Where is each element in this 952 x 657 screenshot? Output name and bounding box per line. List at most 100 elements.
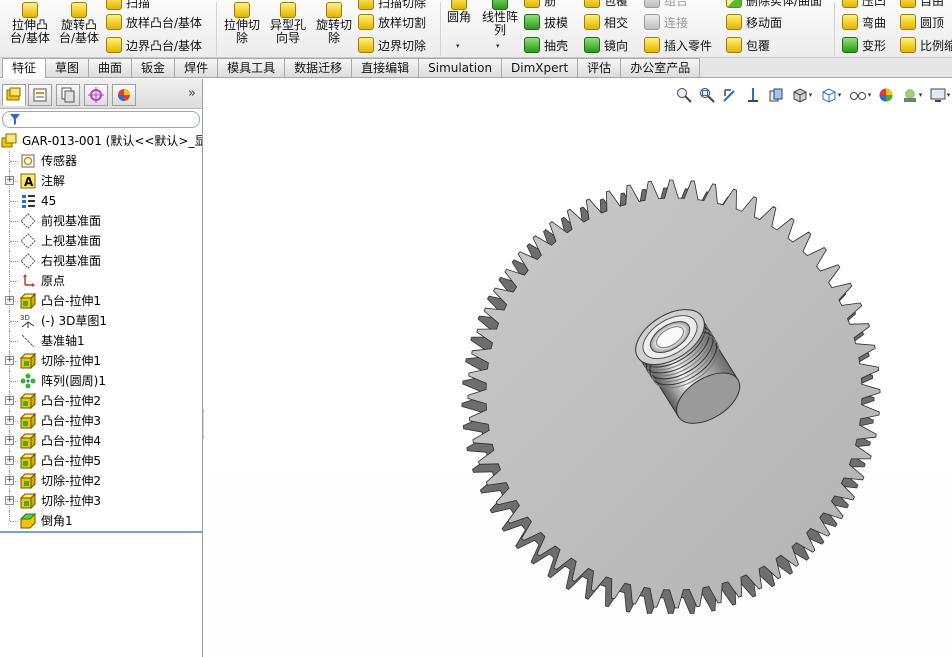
draft-button[interactable]: 拔模 [524, 12, 568, 32]
shell-button[interactable]: 抽壳 [524, 35, 568, 55]
apply-scene-button[interactable]: ▾ [899, 86, 925, 104]
extruded-cut-button[interactable]: 拉伸切 除 [220, 2, 264, 45]
tree-item-front-plane[interactable]: 前视基准面 [0, 211, 202, 231]
intersect-button[interactable]: 相交 [584, 12, 628, 32]
tree-filter-input[interactable] [2, 111, 200, 128]
freeform-button[interactable]: 自由 [900, 0, 944, 10]
view-orientation-button[interactable] [766, 86, 786, 104]
expand-icon[interactable]: + [5, 436, 14, 445]
combine-button[interactable]: 组合 [644, 0, 688, 10]
tab-data-migration[interactable]: 数据迁移 [284, 58, 353, 77]
revolved-cut-button[interactable]: 旋转切 除 [312, 2, 356, 45]
expand-icon[interactable]: + [5, 456, 14, 465]
tree-item-boss-extrude2[interactable]: + 凸台-拉伸2 [0, 391, 202, 411]
configuration-icon [61, 87, 75, 103]
swept-cut-button[interactable]: 扫描切除 [358, 0, 426, 12]
gear-model[interactable] [454, 174, 894, 614]
tree-item-boss-extrude1[interactable]: + 凸台-拉伸1 [0, 291, 202, 311]
tree-item-axis1[interactable]: 基准轴1 [0, 331, 202, 351]
boundary-boss-button[interactable]: 边界凸台/基体 [106, 35, 202, 55]
expand-icon[interactable]: + [5, 296, 14, 305]
tree-item-3d-sketch1[interactable]: 3D (-) 3D草图1 [0, 311, 202, 331]
linear-pattern-button[interactable]: 线性阵 列 [478, 0, 522, 37]
tab-feature-manager[interactable] [2, 84, 26, 106]
tab-dimxpert-manager[interactable] [84, 84, 108, 106]
tab-configuration-manager[interactable] [56, 84, 80, 106]
boundary-cut-label: 边界切除 [378, 38, 427, 53]
dropdown-icon: ▾ [837, 91, 842, 99]
feature-manager-panel: » GAR-013-001 (默认<<默认>_显 传感器 + A 注解 45 前… [0, 79, 203, 657]
hide-show-items-button[interactable]: ▾ [847, 86, 873, 104]
hide-show-button[interactable]: ▾ [818, 86, 844, 104]
rib-button[interactable]: 筋 [524, 0, 556, 10]
delete-body-button[interactable]: 删除实体/曲面 [726, 0, 822, 10]
indent-button[interactable]: 压凹 [842, 0, 886, 10]
tree-root-part[interactable]: GAR-013-001 (默认<<默认>_显 [0, 131, 202, 151]
tab-weldments[interactable]: 焊件 [174, 58, 219, 77]
expand-icon[interactable]: + [5, 416, 14, 425]
tree-item-annotations[interactable]: + A 注解 [0, 171, 202, 191]
fillet-dropdown-icon[interactable]: ▾ [456, 42, 460, 50]
tab-property-manager[interactable] [28, 84, 52, 106]
mirror-button[interactable]: 镜向 [584, 35, 628, 55]
tab-dimxpert[interactable]: DimXpert [501, 58, 579, 77]
section-view-button[interactable] [743, 86, 763, 104]
tree-item-material[interactable]: 45 [0, 191, 202, 211]
expand-icon[interactable]: + [5, 476, 14, 485]
tab-mold-tools[interactable]: 模具工具 [217, 58, 286, 77]
expand-icon[interactable]: + [5, 176, 14, 185]
tab-direct-editing[interactable]: 直接编辑 [351, 58, 420, 77]
tree-item-chamfer1[interactable]: 倒角1 [0, 511, 202, 531]
fillet-button[interactable]: 圆角 [444, 0, 474, 24]
tab-sheet-metal[interactable]: 钣金 [131, 58, 176, 77]
zoom-to-fit-button[interactable] [674, 86, 694, 104]
expand-icon[interactable]: + [5, 356, 14, 365]
more-tabs-icon[interactable]: » [188, 86, 196, 101]
tab-simulation[interactable]: Simulation [418, 58, 503, 77]
loft-button[interactable]: 放样凸台/基体 [106, 12, 202, 32]
flex-button[interactable]: 弯曲 [842, 12, 886, 32]
tree-item-circular-pattern1[interactable]: 阵列(圆周)1 [0, 371, 202, 391]
hole-wizard-button[interactable]: 异型孔 向导 [266, 2, 310, 45]
tab-surfaces[interactable]: 曲面 [88, 58, 133, 77]
wrap-button[interactable]: 包覆 [584, 0, 628, 10]
extruded-cut-icon [234, 2, 250, 18]
move-face-button[interactable]: 移动面 [726, 12, 782, 32]
extruded-boss-button[interactable]: 拉伸凸 台/基体 [8, 2, 52, 45]
dome-button[interactable]: 圆顶 [900, 12, 944, 32]
expand-icon[interactable]: + [5, 496, 14, 505]
previous-view-button[interactable] [720, 86, 740, 104]
shell-label: 抽壳 [544, 38, 569, 53]
tree-item-boss-extrude4[interactable]: + 凸台-拉伸4 [0, 431, 202, 451]
tree-item-boss-extrude5[interactable]: + 凸台-拉伸5 [0, 451, 202, 471]
tree-item-cut-extrude2[interactable]: + 切除-拉伸2 [0, 471, 202, 491]
graphics-area[interactable]: ▾ ▾ ▾ ▾ ▾ [204, 79, 952, 657]
tab-sketch[interactable]: 草图 [45, 58, 90, 77]
tree-item-sensors[interactable]: 传感器 [0, 151, 202, 171]
insert-part-button[interactable]: 插入零件 [644, 35, 712, 55]
display-style-button[interactable]: ▾ [789, 86, 815, 104]
sweep-button[interactable]: 扫描 [106, 0, 150, 12]
tab-evaluate[interactable]: 评估 [577, 58, 622, 77]
view-settings-button[interactable]: ▾ [928, 86, 952, 104]
tree-item-right-plane[interactable]: 右视基准面 [0, 251, 202, 271]
tree-item-cut-extrude1[interactable]: + 切除-拉伸1 [0, 351, 202, 371]
tab-features[interactable]: 特征 [2, 58, 47, 78]
tab-display-manager[interactable] [112, 84, 136, 106]
tab-office-products[interactable]: 办公室产品 [620, 58, 701, 77]
zoom-to-area-button[interactable] [697, 86, 717, 104]
join-button[interactable]: 连接 [644, 12, 688, 32]
wrap2-button[interactable]: 包覆 [726, 35, 770, 55]
deform-button[interactable]: 变形 [842, 35, 886, 55]
tree-item-origin[interactable]: 原点 [0, 271, 202, 291]
pattern-dropdown-icon[interactable]: ▾ [496, 42, 500, 50]
scale-button[interactable]: 比例缩 [900, 35, 952, 55]
expand-icon[interactable]: + [5, 396, 14, 405]
edit-appearance-button[interactable] [876, 86, 896, 104]
tree-item-cut-extrude3[interactable]: + 切除-拉伸3 [0, 491, 202, 511]
tree-item-boss-extrude3[interactable]: + 凸台-拉伸3 [0, 411, 202, 431]
lofted-cut-button[interactable]: 放样切割 [358, 12, 426, 32]
revolved-boss-button[interactable]: 旋转凸 台/基体 [56, 2, 102, 45]
tree-item-top-plane[interactable]: 上视基准面 [0, 231, 202, 251]
boundary-cut-button[interactable]: 边界切除 [358, 35, 426, 55]
